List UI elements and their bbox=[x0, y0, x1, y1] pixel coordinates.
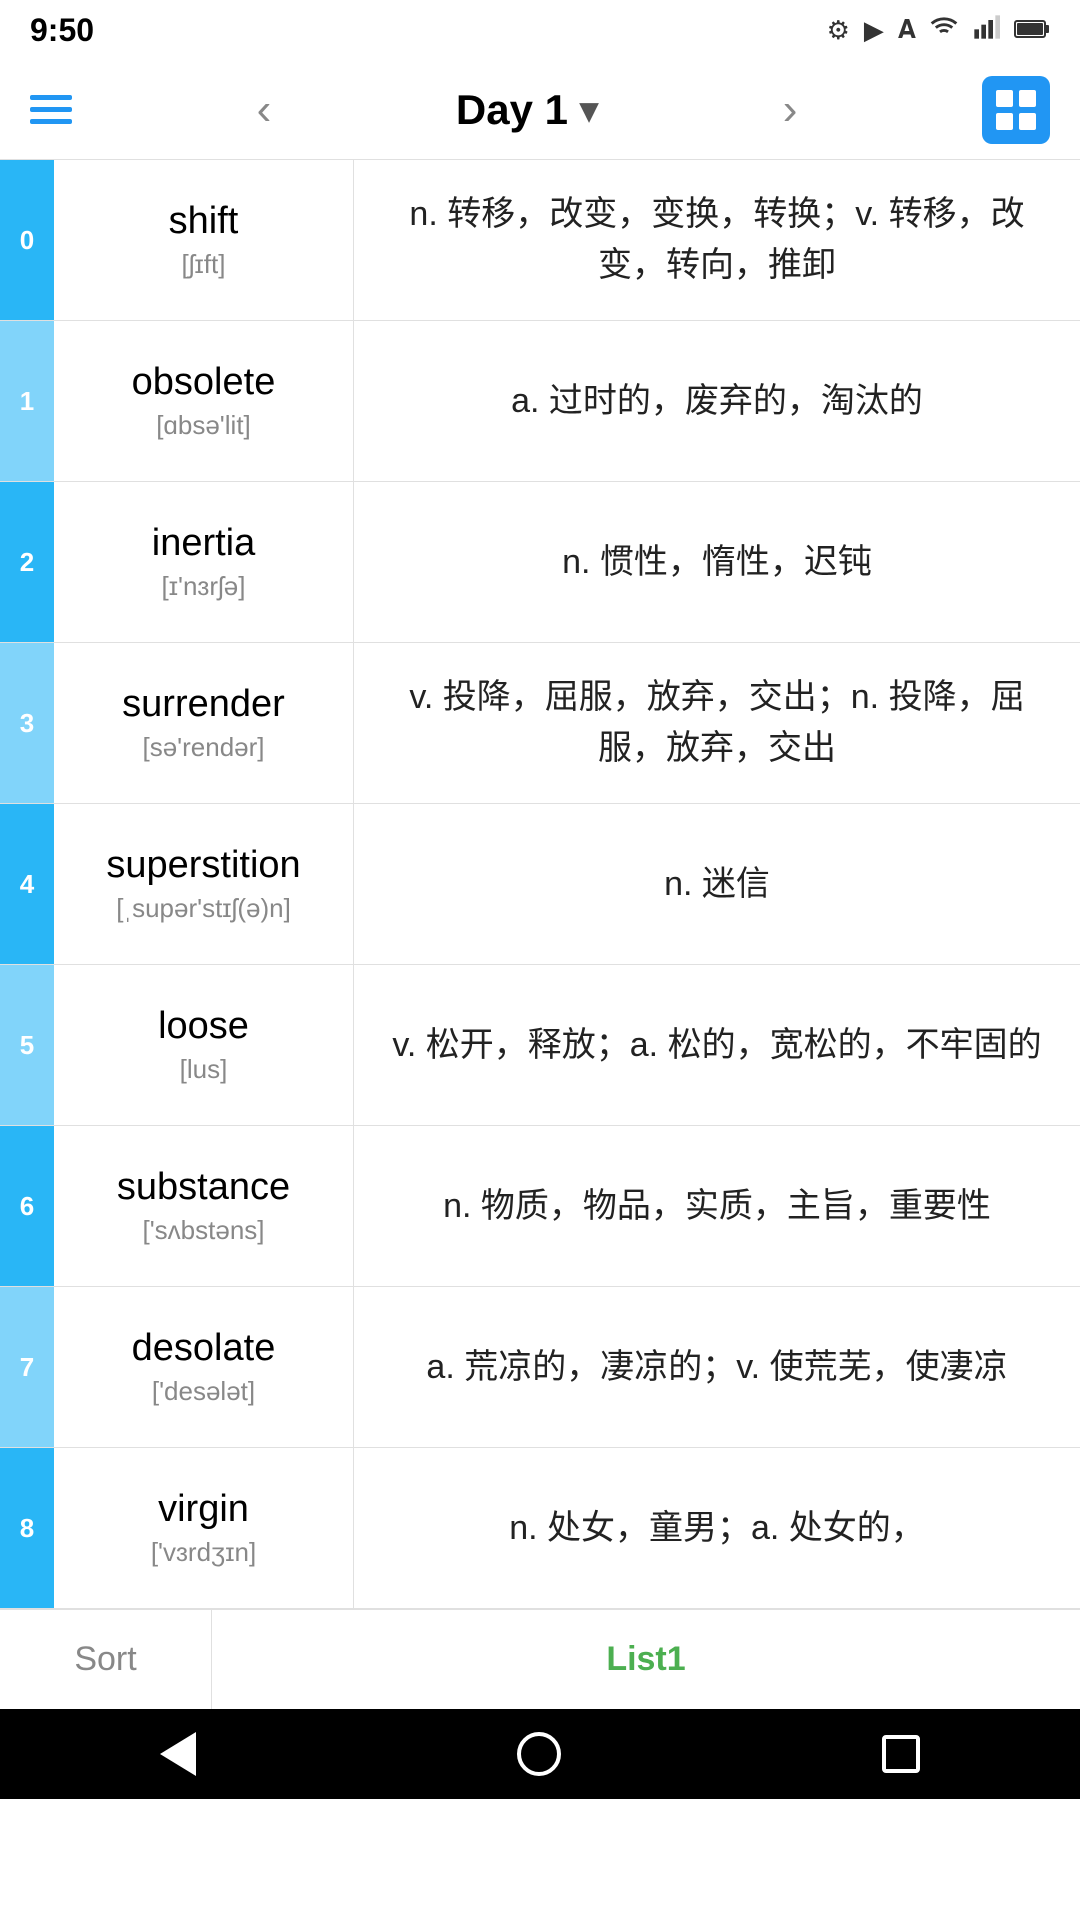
word-definition: n. 迷信 bbox=[354, 804, 1080, 964]
forward-button[interactable]: › bbox=[763, 85, 818, 135]
android-back-button[interactable] bbox=[160, 1732, 196, 1776]
word-cell[interactable]: loose [lus] bbox=[54, 965, 354, 1125]
menu-line-1 bbox=[30, 95, 72, 100]
word-definition: n. 物质，物品，实质，主旨，重要性 bbox=[354, 1126, 1080, 1286]
table-row: 7 desolate ['desələt] a. 荒凉的，凄凉的；v. 使荒芜，… bbox=[0, 1287, 1080, 1448]
word-english: inertia bbox=[152, 522, 256, 565]
table-row: 8 virgin ['vɜrdʒɪn] n. 处女，童男；a. 处女的， bbox=[0, 1448, 1080, 1609]
play-icon: ▶ bbox=[864, 15, 884, 46]
word-english: virgin bbox=[158, 1488, 249, 1531]
word-cell[interactable]: shift [ʃɪft] bbox=[54, 160, 354, 320]
row-index-0: 0 bbox=[0, 160, 54, 320]
word-definition: n. 惯性，惰性，迟钝 bbox=[354, 482, 1080, 642]
word-phonetic: [lus] bbox=[180, 1054, 228, 1085]
word-definition: a. 过时的，废弃的，淘汰的 bbox=[354, 321, 1080, 481]
grid-view-button[interactable] bbox=[982, 76, 1050, 144]
word-phonetic: ['sʌbstəns] bbox=[142, 1215, 264, 1246]
word-definition: a. 荒凉的，凄凉的；v. 使荒芜，使凄凉 bbox=[354, 1287, 1080, 1447]
word-cell[interactable]: obsolete [ɑbsə'lit] bbox=[54, 321, 354, 481]
word-english: surrender bbox=[122, 683, 285, 726]
word-cell[interactable]: inertia [ɪ'nɜrʃə] bbox=[54, 482, 354, 642]
table-row: 0 shift [ʃɪft] n. 转移，改变，变换，转换；v. 转移，改变，转… bbox=[0, 160, 1080, 321]
table-row: 1 obsolete [ɑbsə'lit] a. 过时的，废弃的，淘汰的 bbox=[0, 321, 1080, 482]
top-nav: ‹ Day 1 ▾ › bbox=[0, 60, 1080, 160]
row-index-5: 5 bbox=[0, 965, 54, 1125]
word-definition: v. 松开，释放；a. 松的，宽松的，不牢固的 bbox=[354, 965, 1080, 1125]
android-recent-button[interactable] bbox=[882, 1735, 920, 1773]
wifi-icon bbox=[930, 13, 958, 48]
word-list: 0 shift [ʃɪft] n. 转移，改变，变换，转换；v. 转移，改变，转… bbox=[0, 160, 1080, 1609]
word-english: shift bbox=[169, 200, 239, 243]
table-row: 4 superstition [ˌsupər'stɪʃ(ə)n] n. 迷信 bbox=[0, 804, 1080, 965]
table-row: 3 surrender [sə'rendər] v. 投降，屈服，放弃，交出；n… bbox=[0, 643, 1080, 804]
word-definition: n. 处女，童男；a. 处女的， bbox=[354, 1448, 1080, 1608]
word-english: superstition bbox=[106, 844, 300, 887]
bottom-tabs: Sort List1 bbox=[0, 1609, 1080, 1709]
word-cell[interactable]: superstition [ˌsupər'stɪʃ(ə)n] bbox=[54, 804, 354, 964]
word-definition: n. 转移，改变，变换，转换；v. 转移，改变，转向，推卸 bbox=[354, 160, 1080, 320]
word-phonetic: [sə'rendər] bbox=[142, 732, 264, 763]
android-home-button[interactable] bbox=[517, 1732, 561, 1776]
word-cell[interactable]: virgin ['vɜrdʒɪn] bbox=[54, 1448, 354, 1608]
word-english: obsolete bbox=[132, 361, 276, 404]
status-time: 9:50 bbox=[30, 12, 94, 49]
menu-line-2 bbox=[30, 107, 72, 112]
word-phonetic: [ɪ'nɜrʃə] bbox=[162, 571, 246, 602]
menu-icon[interactable] bbox=[30, 95, 72, 124]
row-index-8: 8 bbox=[0, 1448, 54, 1608]
table-row: 2 inertia [ɪ'nɜrʃə] n. 惯性，惰性，迟钝 bbox=[0, 482, 1080, 643]
nav-title[interactable]: Day 1 ▾ bbox=[456, 86, 598, 134]
word-cell[interactable]: substance ['sʌbstəns] bbox=[54, 1126, 354, 1286]
word-english: desolate bbox=[132, 1327, 276, 1370]
table-row: 6 substance ['sʌbstəns] n. 物质，物品，实质，主旨，重… bbox=[0, 1126, 1080, 1287]
menu-line-3 bbox=[30, 119, 72, 124]
word-english: loose bbox=[158, 1005, 249, 1048]
chevron-down-icon: ▾ bbox=[580, 89, 598, 131]
word-definition: v. 投降，屈服，放弃，交出；n. 投降，屈服，放弃，交出 bbox=[354, 643, 1080, 803]
battery-icon bbox=[1014, 15, 1050, 46]
word-phonetic: [ˌsupər'stɪʃ(ə)n] bbox=[116, 893, 291, 924]
tab-sort[interactable]: Sort bbox=[0, 1610, 212, 1709]
status-icons: ⚙ ▶ 𝐀 bbox=[827, 13, 1050, 48]
row-index-4: 4 bbox=[0, 804, 54, 964]
word-phonetic: [ɑbsə'lit] bbox=[156, 410, 251, 441]
row-index-6: 6 bbox=[0, 1126, 54, 1286]
word-cell[interactable]: desolate ['desələt] bbox=[54, 1287, 354, 1447]
word-phonetic: ['vɜrdʒɪn] bbox=[151, 1537, 256, 1568]
row-index-7: 7 bbox=[0, 1287, 54, 1447]
word-phonetic: ['desələt] bbox=[152, 1376, 255, 1407]
row-index-3: 3 bbox=[0, 643, 54, 803]
status-bar: 9:50 ⚙ ▶ 𝐀 bbox=[0, 0, 1080, 60]
font-icon: 𝐀 bbox=[898, 14, 916, 46]
signal-icon bbox=[972, 13, 1000, 48]
back-triangle-icon bbox=[160, 1732, 196, 1776]
table-row: 5 loose [lus] v. 松开，释放；a. 松的，宽松的，不牢固的 bbox=[0, 965, 1080, 1126]
word-cell[interactable]: surrender [sə'rendər] bbox=[54, 643, 354, 803]
home-circle-icon bbox=[517, 1732, 561, 1776]
android-nav-bar bbox=[0, 1709, 1080, 1799]
gear-icon: ⚙ bbox=[827, 15, 850, 46]
row-index-2: 2 bbox=[0, 482, 54, 642]
back-button[interactable]: ‹ bbox=[237, 85, 292, 135]
day-title-text: Day 1 bbox=[456, 86, 568, 134]
recent-square-icon bbox=[882, 1735, 920, 1773]
word-english: substance bbox=[117, 1166, 290, 1209]
word-phonetic: [ʃɪft] bbox=[182, 249, 226, 280]
row-index-1: 1 bbox=[0, 321, 54, 481]
tab-list1[interactable]: List1 bbox=[212, 1610, 1080, 1709]
